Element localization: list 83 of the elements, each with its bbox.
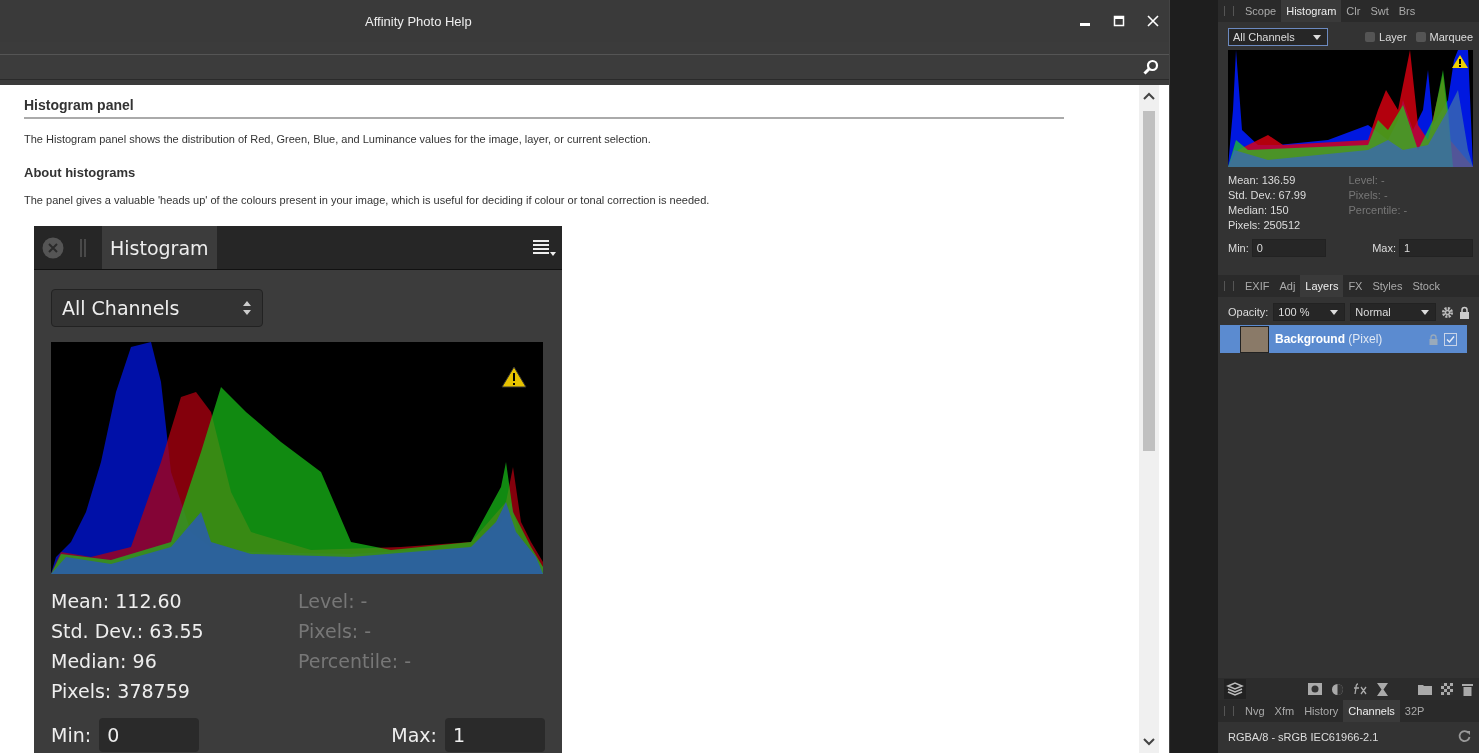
max-field: 1 [445,718,545,752]
panel-tab[interactable]: Xfm [1269,700,1300,722]
scrollbar[interactable] [1139,85,1160,753]
panel-tab[interactable]: Styles [1367,275,1408,297]
panel-tab[interactable]: Stock [1407,275,1445,297]
paragraph: The panel gives a valuable 'heads up' of the colours present in your image, which is useful for deciding if colour or tonal correction is needed. [24,194,711,206]
panel-tab[interactable]: Clr [1341,0,1366,22]
section-heading: Histogram panel [24,97,1064,119]
layers-icon[interactable] [1224,679,1246,699]
panel-tab[interactable]: Nvg [1240,700,1270,722]
panel-tab[interactable]: 32P [1399,700,1430,722]
grip-icon [78,237,88,258]
trash-icon[interactable] [1462,682,1473,696]
layer-name: Background (Pixel) [1275,332,1383,346]
photo-placeholder [1240,325,1269,353]
mask-icon[interactable] [1308,683,1322,695]
close-icon[interactable] [1147,15,1160,27]
opacity-label: Opacity: [1228,306,1269,318]
adjustment-icon[interactable] [1331,682,1344,696]
blend-mode-dropdown[interactable]: Normal [1350,303,1437,321]
search-field[interactable] [0,54,1170,80]
grip-icon [1224,706,1234,716]
opacity-dropdown[interactable]: 100 % [1273,303,1346,321]
visibility-checkbox[interactable] [1444,332,1457,346]
grip-icon [1224,6,1234,16]
lock-icon [1429,333,1438,345]
min-label: Min: [1228,240,1249,256]
stat-text: Std. Dev.: 63.55 [51,619,205,644]
min-label: Min: [51,723,92,748]
maximize-icon[interactable] [1113,15,1126,27]
checkbox[interactable]: Marquee [1415,31,1473,43]
stepper-icon [242,299,252,317]
fx-icon[interactable] [1353,683,1368,695]
hourglass-icon[interactable] [1377,682,1388,696]
stat-text: Level: - [1348,173,1386,188]
stat-text: Percentile: - [1348,203,1409,218]
menu-icon [532,237,556,258]
max-label: Max: [1372,240,1396,256]
panel-tab[interactable]: Layers [1300,275,1344,297]
caret-icon [1330,309,1339,315]
panel-tab[interactable]: Scope [1240,0,1282,22]
settings-icon[interactable] [1441,305,1455,319]
window-title: Affinity Photo Help [365,13,472,29]
panel-tab[interactable]: History [1299,700,1344,722]
stat-text: Percentile: - [298,649,413,674]
stat-text: Pixels: - [298,619,373,644]
stat-text: Pixels: - [1348,188,1389,203]
folder-icon[interactable] [1418,683,1432,695]
stat-text: Std. Dev.: 67.99 [1228,188,1308,203]
color-profile-text: RGBA/8 - sRGB IEC61966-2.1 [1228,730,1379,743]
scroll-up-icon[interactable] [1143,91,1156,101]
caret-icon [1421,309,1430,315]
max-field[interactable]: 1 [1399,239,1473,257]
checkbox[interactable]: Layer [1365,31,1407,43]
subheading: About histograms [24,165,137,180]
panel-tab[interactable]: Swt [1365,0,1394,22]
stat-text: Pixels: 250512 [1228,218,1302,233]
caret-icon [1313,34,1321,40]
panel-tab[interactable]: Brs [1393,0,1421,22]
reset-icon[interactable] [1458,730,1471,743]
search-icon[interactable] [1143,59,1160,75]
paragraph: The Histogram panel shows the distribution of Red, Green, Blue, and Luminance values for the image, layer, or current selection. [24,133,652,145]
grip-icon [1224,281,1234,291]
panel-tab[interactable]: Adj [1274,275,1301,297]
stat-text: Mean: 112.60 [51,589,183,614]
lock-icon[interactable] [1459,305,1471,319]
scroll-down-icon[interactable] [1143,737,1156,747]
min-field[interactable]: 0 [1251,239,1326,257]
stat-text: Level: - [298,589,369,614]
layer-row[interactable]: Background (Pixel) [1220,325,1467,353]
panel-tab[interactable]: Channels [1343,700,1400,722]
panel-tab[interactable]: Histogram [1281,0,1342,22]
channel-dropdown[interactable]: All Channels [1228,28,1328,46]
panel-tab[interactable]: FX [1343,275,1368,297]
panel-tab[interactable]: EXIF [1240,275,1275,297]
stat-text: Median: 150 [1228,203,1290,218]
stat-text: Mean: 136.59 [1228,173,1297,188]
max-label: Max: [391,723,437,748]
stat-text: Median: 96 [51,649,158,674]
close-icon [42,236,64,259]
stat-text: Pixels: 378759 [51,679,191,704]
min-field: 0 [99,718,200,752]
checkerboard-icon[interactable] [1441,683,1453,695]
